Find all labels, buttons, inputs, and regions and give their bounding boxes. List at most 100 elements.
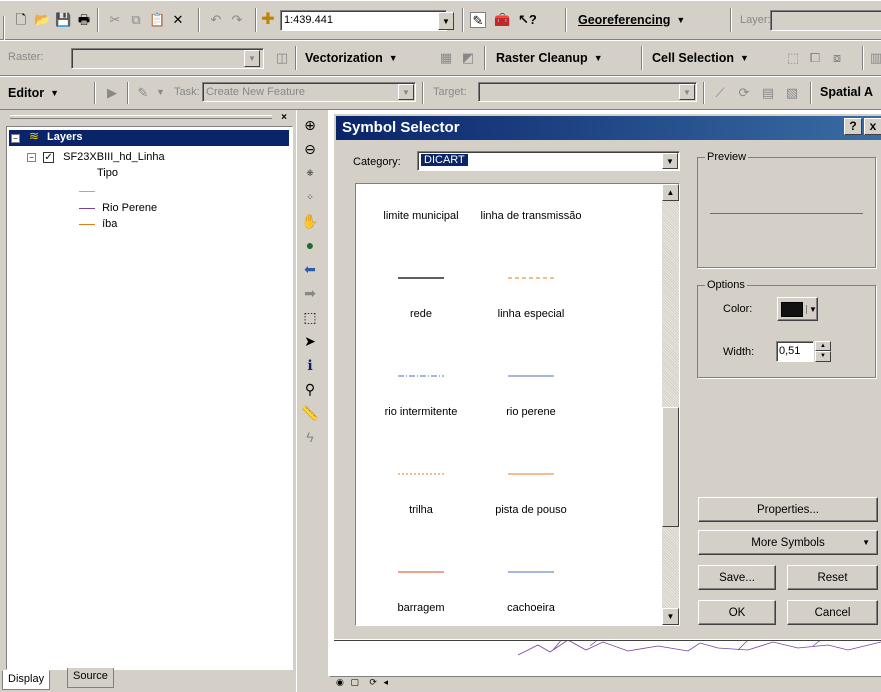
collapse-icon[interactable]: − — [11, 133, 20, 143]
print-icon[interactable]: 🖶 — [76, 12, 92, 28]
sketch-tool-icon[interactable]: ✎ — [135, 85, 151, 101]
reset-button[interactable]: Reset — [787, 565, 878, 590]
attributes-icon[interactable]: ▤ — [760, 85, 776, 101]
symbol-label: cachoeira — [507, 602, 555, 614]
category-combo[interactable]: DICART — [417, 151, 680, 171]
target-combo[interactable] — [478, 82, 697, 102]
scroll-left-icon[interactable]: ◂ — [383, 677, 388, 687]
symbol-list[interactable]: ▲ ▼ limite municipal linha de transmissão… — [355, 183, 680, 626]
select-cells-icon[interactable]: ⬚ — [785, 50, 801, 66]
sketch-properties-icon[interactable]: ▧ — [784, 85, 800, 101]
fixed-zoom-out-icon[interactable]: ⁘ — [299, 186, 321, 208]
new-document-icon[interactable]: 🗋 — [13, 12, 29, 28]
more-tools-icon[interactable]: ▥ — [868, 50, 881, 66]
editor-menu[interactable]: Editor ▼ — [8, 76, 59, 109]
properties-button[interactable]: Properties... — [698, 497, 878, 522]
hyperlink-icon[interactable]: ϟ — [299, 426, 321, 448]
tab-source[interactable]: Source — [67, 668, 114, 688]
save-icon[interactable]: 💾 — [55, 12, 71, 28]
paste-icon[interactable]: 📋 — [149, 12, 165, 28]
layer-name[interactable]: SF23XBIII_hd_Linha — [63, 151, 165, 163]
identify-icon[interactable]: ℹ — [299, 354, 321, 376]
split-tool-icon[interactable]: ⟋ — [712, 85, 728, 101]
scroll-thumb[interactable] — [662, 407, 679, 527]
measure-icon[interactable]: 📏 — [299, 402, 321, 424]
toc-grip[interactable] — [10, 115, 272, 119]
zoom-out-icon[interactable]: ⊖ — [299, 138, 321, 160]
redo-icon[interactable]: ↷ — [229, 12, 245, 28]
vectorize-icon[interactable]: ▦ — [438, 50, 454, 66]
legend-item[interactable]: Rio Perene — [79, 202, 157, 214]
open-folder-icon[interactable]: 📂 — [34, 12, 50, 28]
data-view-icon[interactable]: ◉ — [336, 677, 344, 687]
width-spinner[interactable]: ▲ ▼ — [815, 341, 831, 362]
add-data-icon[interactable]: ✚ — [260, 12, 276, 28]
map-scale-combo[interactable]: 1:439.441 — [280, 10, 447, 31]
scroll-down-button[interactable]: ▼ — [662, 608, 679, 625]
cancel-button[interactable]: Cancel — [787, 600, 878, 625]
raster-dropdown-button[interactable]: ▼ — [244, 50, 260, 67]
cut-icon[interactable]: ✂ — [107, 12, 123, 28]
legend-item[interactable]: íba — [79, 218, 117, 230]
chevron-down-icon[interactable]: ▼ — [156, 87, 165, 97]
copy-icon[interactable]: ⧉ — [128, 12, 144, 28]
refresh-icon[interactable]: ⟳ — [369, 677, 377, 687]
forward-extent-icon[interactable]: ➡ — [299, 282, 321, 304]
full-extent-icon[interactable]: ● — [299, 234, 321, 256]
symbol-list-scrollbar[interactable] — [662, 184, 679, 625]
rotate-tool-icon[interactable]: ⟳ — [736, 85, 752, 101]
toolbar-handle[interactable] — [3, 0, 5, 40]
help-button[interactable]: ? — [844, 118, 862, 135]
editor-toolbar-icon[interactable]: ✎ — [470, 11, 486, 28]
preview-label: Preview — [705, 151, 749, 163]
layer-visibility-checkbox[interactable]: ✓ — [43, 151, 55, 163]
raster-cleanup-menu[interactable]: Raster Cleanup ▼ — [496, 40, 603, 75]
raster-properties-icon[interactable]: ◫ — [274, 50, 290, 66]
back-extent-icon[interactable]: ⬅ — [299, 258, 321, 280]
save-button[interactable]: Save... — [698, 565, 776, 590]
close-button[interactable]: x — [864, 118, 881, 135]
trace-icon[interactable]: ◩ — [460, 50, 476, 66]
legend-item[interactable] — [79, 185, 99, 197]
spin-up-icon[interactable]: ▲ — [815, 341, 831, 351]
toc-close-button[interactable]: × — [278, 112, 290, 124]
delete-icon[interactable]: ✕ — [170, 12, 186, 28]
tab-display[interactable]: Display — [2, 670, 51, 690]
ok-button[interactable]: OK — [698, 600, 776, 625]
task-dropdown-button[interactable]: ▼ — [398, 84, 414, 100]
layer-combo[interactable] — [770, 10, 881, 31]
spatial-adjustment-menu[interactable]: Spatial A — [820, 85, 873, 99]
color-label: Color: — [723, 303, 753, 315]
zoom-in-icon[interactable]: ⊕ — [299, 114, 321, 136]
collapse-icon[interactable]: − — [27, 152, 36, 162]
raster-combo[interactable] — [71, 48, 264, 69]
task-combo[interactable]: Create New Feature — [202, 82, 416, 102]
undo-icon[interactable]: ↶ — [208, 12, 224, 28]
find-icon[interactable]: ⚲ — [299, 378, 321, 400]
whats-this-icon[interactable]: ↖? — [518, 12, 537, 28]
width-input[interactable]: 0,51 — [776, 341, 814, 362]
scale-dropdown-button[interactable]: ▼ — [438, 12, 454, 30]
dialog-titlebar[interactable]: Symbol Selector — [336, 116, 881, 140]
add-cells-icon[interactable]: ⧠ — [807, 50, 823, 66]
target-dropdown-button[interactable]: ▼ — [679, 84, 695, 100]
cell-selection-menu[interactable]: Cell Selection ▼ — [652, 40, 749, 75]
arctoolbox-icon[interactable]: 🧰 — [494, 12, 510, 28]
category-dropdown-button[interactable]: ▼ — [662, 153, 678, 169]
color-picker-button[interactable]: ▼ — [777, 297, 818, 321]
more-symbols-button[interactable]: More Symbols ▼ — [698, 530, 878, 555]
vectorization-menu[interactable]: Vectorization ▼ — [305, 40, 398, 75]
pan-icon[interactable]: ✋ — [299, 210, 321, 232]
select-features-icon[interactable]: ⬚ — [299, 306, 321, 328]
georeferencing-menu[interactable]: Georeferencing ▼ — [578, 0, 685, 39]
symbol-label: pista de pouso — [495, 504, 567, 516]
layout-view-icon[interactable]: ▢ — [350, 677, 359, 687]
remove-cells-icon[interactable]: ⧇ — [829, 50, 845, 66]
spin-down-icon[interactable]: ▼ — [815, 351, 831, 362]
legend-label: íba — [102, 218, 118, 230]
select-elements-icon[interactable]: ➤ — [299, 330, 321, 352]
edit-tool-icon[interactable]: ▶ — [104, 85, 120, 101]
scroll-up-button[interactable]: ▲ — [662, 184, 679, 201]
fixed-zoom-in-icon[interactable]: ⁜ — [299, 162, 321, 184]
raster-toolbar: Raster: ▼ ◫ Vectorization ▼ ▦ ◩ Raster C… — [0, 40, 881, 76]
